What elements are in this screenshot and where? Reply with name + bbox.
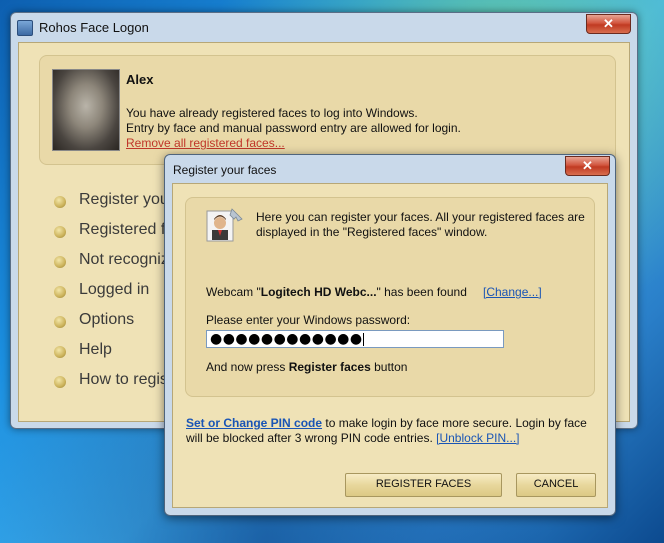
dialog-title: Register your faces xyxy=(173,163,277,177)
webcam-status: Webcam "Logitech HD Webc..." has been fo… xyxy=(206,285,467,299)
user-avatar xyxy=(52,69,120,151)
set-pin-link[interactable]: Set or Change PIN code xyxy=(186,416,322,430)
bullet-icon xyxy=(54,346,66,358)
bullet-icon xyxy=(54,256,66,268)
dialog-client-area: Here you can register your faces. All yo… xyxy=(172,183,608,508)
user-face-icon xyxy=(206,208,243,242)
user-status-line1: You have already registered faces to log… xyxy=(126,106,418,120)
intro-text: Here you can register your faces. All yo… xyxy=(256,210,585,239)
press-prefix: And now press xyxy=(206,360,289,374)
password-label: Please enter your Windows password: xyxy=(206,313,411,327)
app-icon xyxy=(17,20,33,36)
bullet-icon xyxy=(54,226,66,238)
webcam-prefix: Webcam " xyxy=(206,285,261,299)
main-close-button[interactable]: ✕ xyxy=(586,14,631,34)
register-faces-button[interactable]: REGISTER FACES xyxy=(345,473,502,497)
menu-label: Registered fa xyxy=(79,221,175,238)
menu-label: How to regis xyxy=(79,371,168,388)
webcam-name: Logitech HD Webc... xyxy=(260,285,377,299)
remove-faces-link[interactable]: Remove all registered faces... xyxy=(126,136,285,150)
register-panel: Here you can register your faces. All yo… xyxy=(185,197,595,397)
cancel-button[interactable]: CANCEL xyxy=(516,473,596,497)
bullet-icon xyxy=(54,316,66,328)
bullet-icon xyxy=(54,376,66,388)
press-instruction: And now press Register faces button xyxy=(206,360,407,374)
webcam-suffix: " has been found xyxy=(376,285,467,299)
menu-label: Register you xyxy=(79,191,169,208)
pin-info: Set or Change PIN code to make login by … xyxy=(186,416,596,446)
menu-label: Not recogniz xyxy=(79,251,169,268)
user-name: Alex xyxy=(126,72,154,87)
dialog-close-button[interactable]: ✕ xyxy=(565,156,610,176)
bullet-icon xyxy=(54,286,66,298)
password-input[interactable]: ●●●●●●●●●●●● xyxy=(206,330,504,348)
press-bold: Register faces xyxy=(288,360,371,374)
register-faces-dialog: Register your faces ✕ Here you can regis… xyxy=(164,154,616,516)
menu-label: Logged in xyxy=(79,281,150,298)
bullet-icon xyxy=(54,196,66,208)
main-window-title: Rohos Face Logon xyxy=(39,20,149,35)
menu-label: Help xyxy=(79,341,112,358)
change-webcam-link[interactable]: [Change...] xyxy=(483,285,542,299)
user-panel: Alex You have already registered faces t… xyxy=(39,55,616,165)
user-status-line2: Entry by face and manual password entry … xyxy=(126,121,461,135)
press-suffix: button xyxy=(370,360,408,374)
main-titlebar[interactable]: Rohos Face Logon ✕ xyxy=(11,13,637,41)
menu-label: Options xyxy=(79,311,135,328)
unblock-pin-link[interactable]: [Unblock PIN...] xyxy=(436,431,519,445)
dialog-titlebar[interactable]: Register your faces ✕ xyxy=(165,155,615,183)
